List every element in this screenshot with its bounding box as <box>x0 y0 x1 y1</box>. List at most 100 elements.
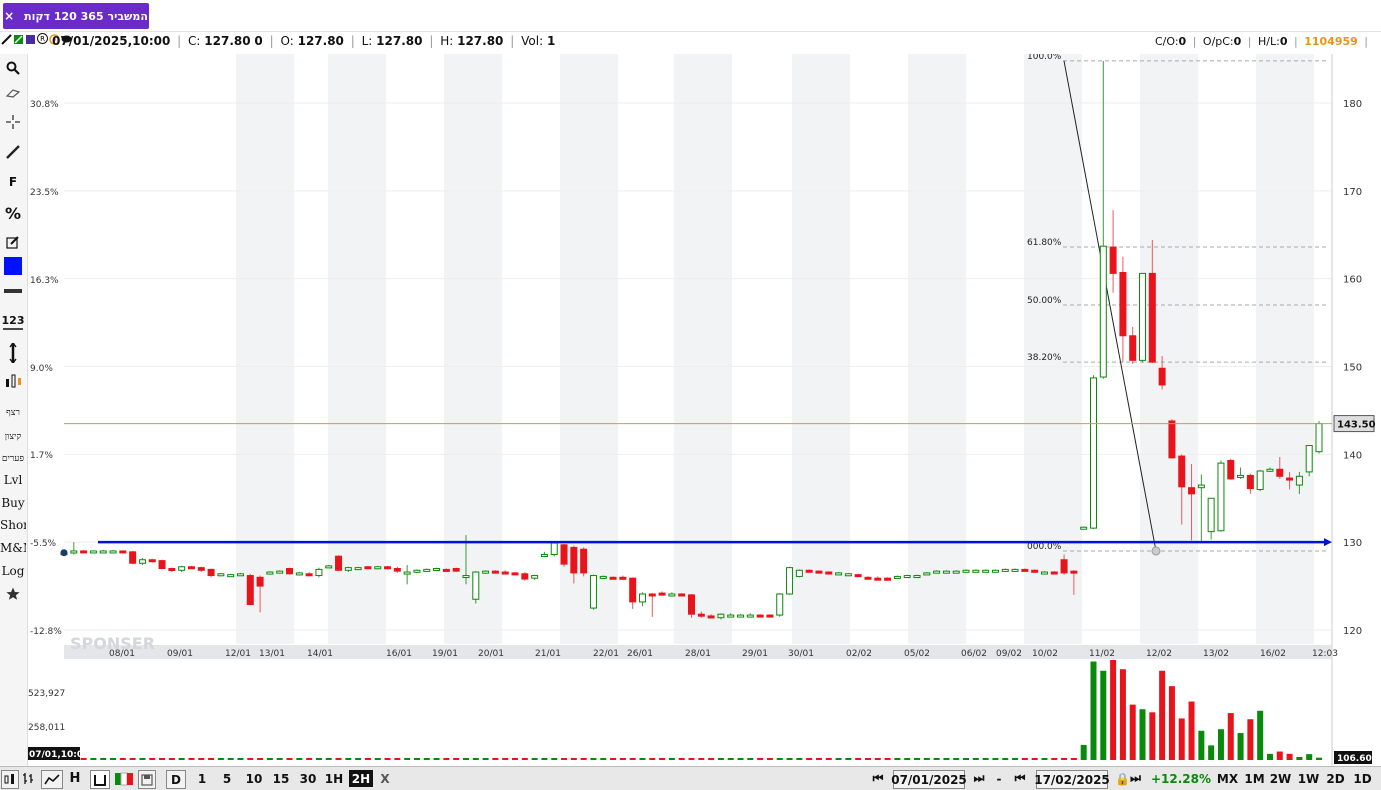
volume-label: Vol: <box>521 34 544 48</box>
candle-body <box>884 577 892 581</box>
candle-body <box>119 550 127 554</box>
edit-icon[interactable] <box>0 234 26 250</box>
star-icon[interactable] <box>0 586 26 602</box>
short-tool[interactable]: Short <box>0 518 26 532</box>
left-tick-label: 30.8% <box>30 100 59 110</box>
date-tick-label: 28/01 <box>685 649 711 659</box>
drawing-toolbar: F % 123 רצף קיצון פערים Lvl Buy Short M&… <box>0 54 28 766</box>
ohlc-type-icon[interactable] <box>20 770 36 787</box>
volume-bar <box>1021 758 1028 760</box>
range-1d[interactable]: 1D <box>1350 770 1375 787</box>
chart-tab[interactable]: × המשביר 365 120 דקות <box>3 3 149 29</box>
timeframe-x[interactable]: X <box>377 770 393 787</box>
range-1w[interactable]: 1W <box>1296 770 1321 787</box>
mm-tool[interactable]: M&M <box>0 541 26 555</box>
high-label: H: <box>440 34 454 48</box>
volume-bar <box>874 758 881 760</box>
candle-body <box>688 594 695 615</box>
sequence-tool[interactable]: רצף <box>0 405 26 419</box>
date-tick-label: 06/02 <box>961 649 987 659</box>
order-id: 1104959 <box>1304 35 1358 48</box>
date-to[interactable]: 17/02/2025 <box>1034 770 1110 789</box>
range-mx[interactable]: MX <box>1215 770 1240 787</box>
date-from[interactable]: 07/01/2025 <box>891 770 967 789</box>
right-tick-label: 140 <box>1343 450 1362 461</box>
numeric-tool[interactable]: 123 <box>0 311 26 333</box>
range-2w[interactable]: 2W <box>1268 770 1293 787</box>
bar-type-icon[interactable] <box>90 770 110 789</box>
candle-body <box>442 568 450 572</box>
candle-body <box>1276 468 1284 477</box>
heikin-ashi-icon[interactable] <box>113 770 135 787</box>
background-band <box>908 54 966 644</box>
line-tool-icon[interactable] <box>0 144 26 160</box>
co-value: 0 <box>1178 35 1187 48</box>
timeframe-15[interactable]: 15 <box>270 770 292 787</box>
log-scale-tool[interactable]: Log <box>0 564 26 578</box>
price-chart[interactable]: 100.0% 61.80% 50.00% 38.20% 000.0% 180 170 160… <box>28 54 1381 766</box>
right-tick-label: 170 <box>1343 187 1362 198</box>
buy-tool[interactable]: Buy <box>0 496 26 510</box>
volume-bar <box>257 758 264 760</box>
timeframe-1h[interactable]: 1H <box>323 770 345 787</box>
volume-bar <box>110 758 117 760</box>
volume-bar <box>639 758 646 760</box>
volume-tick-label: 258,011 <box>28 723 65 733</box>
candle-body <box>1168 420 1176 459</box>
level-tool[interactable]: Lvl <box>0 473 26 487</box>
volume-bar <box>512 758 519 760</box>
close-tab-icon[interactable]: × <box>4 9 14 23</box>
timeframe-30[interactable]: 30 <box>297 770 319 787</box>
first-page-icon[interactable]: ⏮ <box>866 770 890 787</box>
hlc-type-icon[interactable]: H <box>66 770 84 787</box>
fibonacci-tool[interactable]: F <box>0 174 26 190</box>
volume-bar <box>1012 758 1019 760</box>
next-page-icon[interactable]: ⏭ <box>966 770 992 787</box>
right-tick-label: 130 <box>1343 538 1362 549</box>
volume-bar <box>1061 758 1068 760</box>
volume-bar <box>335 758 342 760</box>
line-width-icon[interactable] <box>0 284 26 298</box>
volume-bar <box>355 758 362 760</box>
gaps-tool[interactable]: פערים <box>0 451 26 465</box>
volume-bar <box>286 758 293 760</box>
timeframe-5[interactable]: 5 <box>218 770 236 787</box>
candle-body <box>70 550 78 554</box>
candle-body <box>893 575 901 579</box>
candle-body <box>423 568 431 572</box>
candle-body <box>599 575 607 579</box>
range-2d[interactable]: 2D <box>1323 770 1348 787</box>
timeframe-1[interactable]: 1 <box>194 770 210 787</box>
color-picker[interactable] <box>0 257 26 275</box>
line-type-icon[interactable] <box>41 770 63 789</box>
candle-type-icon[interactable] <box>1 770 19 789</box>
volume-bar <box>943 758 950 760</box>
candle-body <box>1050 571 1058 575</box>
volume-bar <box>237 758 244 760</box>
volume-bar <box>708 758 715 760</box>
lock-play-icon[interactable]: 🔒 ⏭ <box>1108 770 1148 787</box>
candle-body <box>1080 526 1088 530</box>
left-tick-label: 1.7% <box>30 451 53 461</box>
search-icon[interactable] <box>0 60 26 76</box>
volume-bar <box>188 758 195 760</box>
percent-tool[interactable]: % <box>0 204 26 223</box>
eraser-icon[interactable] <box>0 86 26 100</box>
save-icon[interactable] <box>138 770 156 789</box>
range-1m[interactable]: 1M <box>1242 770 1267 787</box>
vertical-arrow-icon[interactable] <box>0 342 26 364</box>
candle-body <box>295 572 303 576</box>
extreme-tool[interactable]: קיצון <box>0 429 26 443</box>
crosshair-icon[interactable] <box>0 114 26 130</box>
prev-page-icon[interactable]: ⏮ <box>1007 770 1033 787</box>
volume-bar <box>815 758 822 760</box>
candle-body <box>1031 569 1039 573</box>
candle-body <box>1237 474 1245 478</box>
volume-bar <box>129 758 136 760</box>
timeframe-10[interactable]: 10 <box>243 770 265 787</box>
candles-icon[interactable] <box>0 372 26 392</box>
candle-body <box>835 572 843 576</box>
timeframe-d[interactable]: D <box>166 770 186 789</box>
timeframe-2h[interactable]: 2H <box>349 770 373 787</box>
candle-body <box>962 569 970 573</box>
